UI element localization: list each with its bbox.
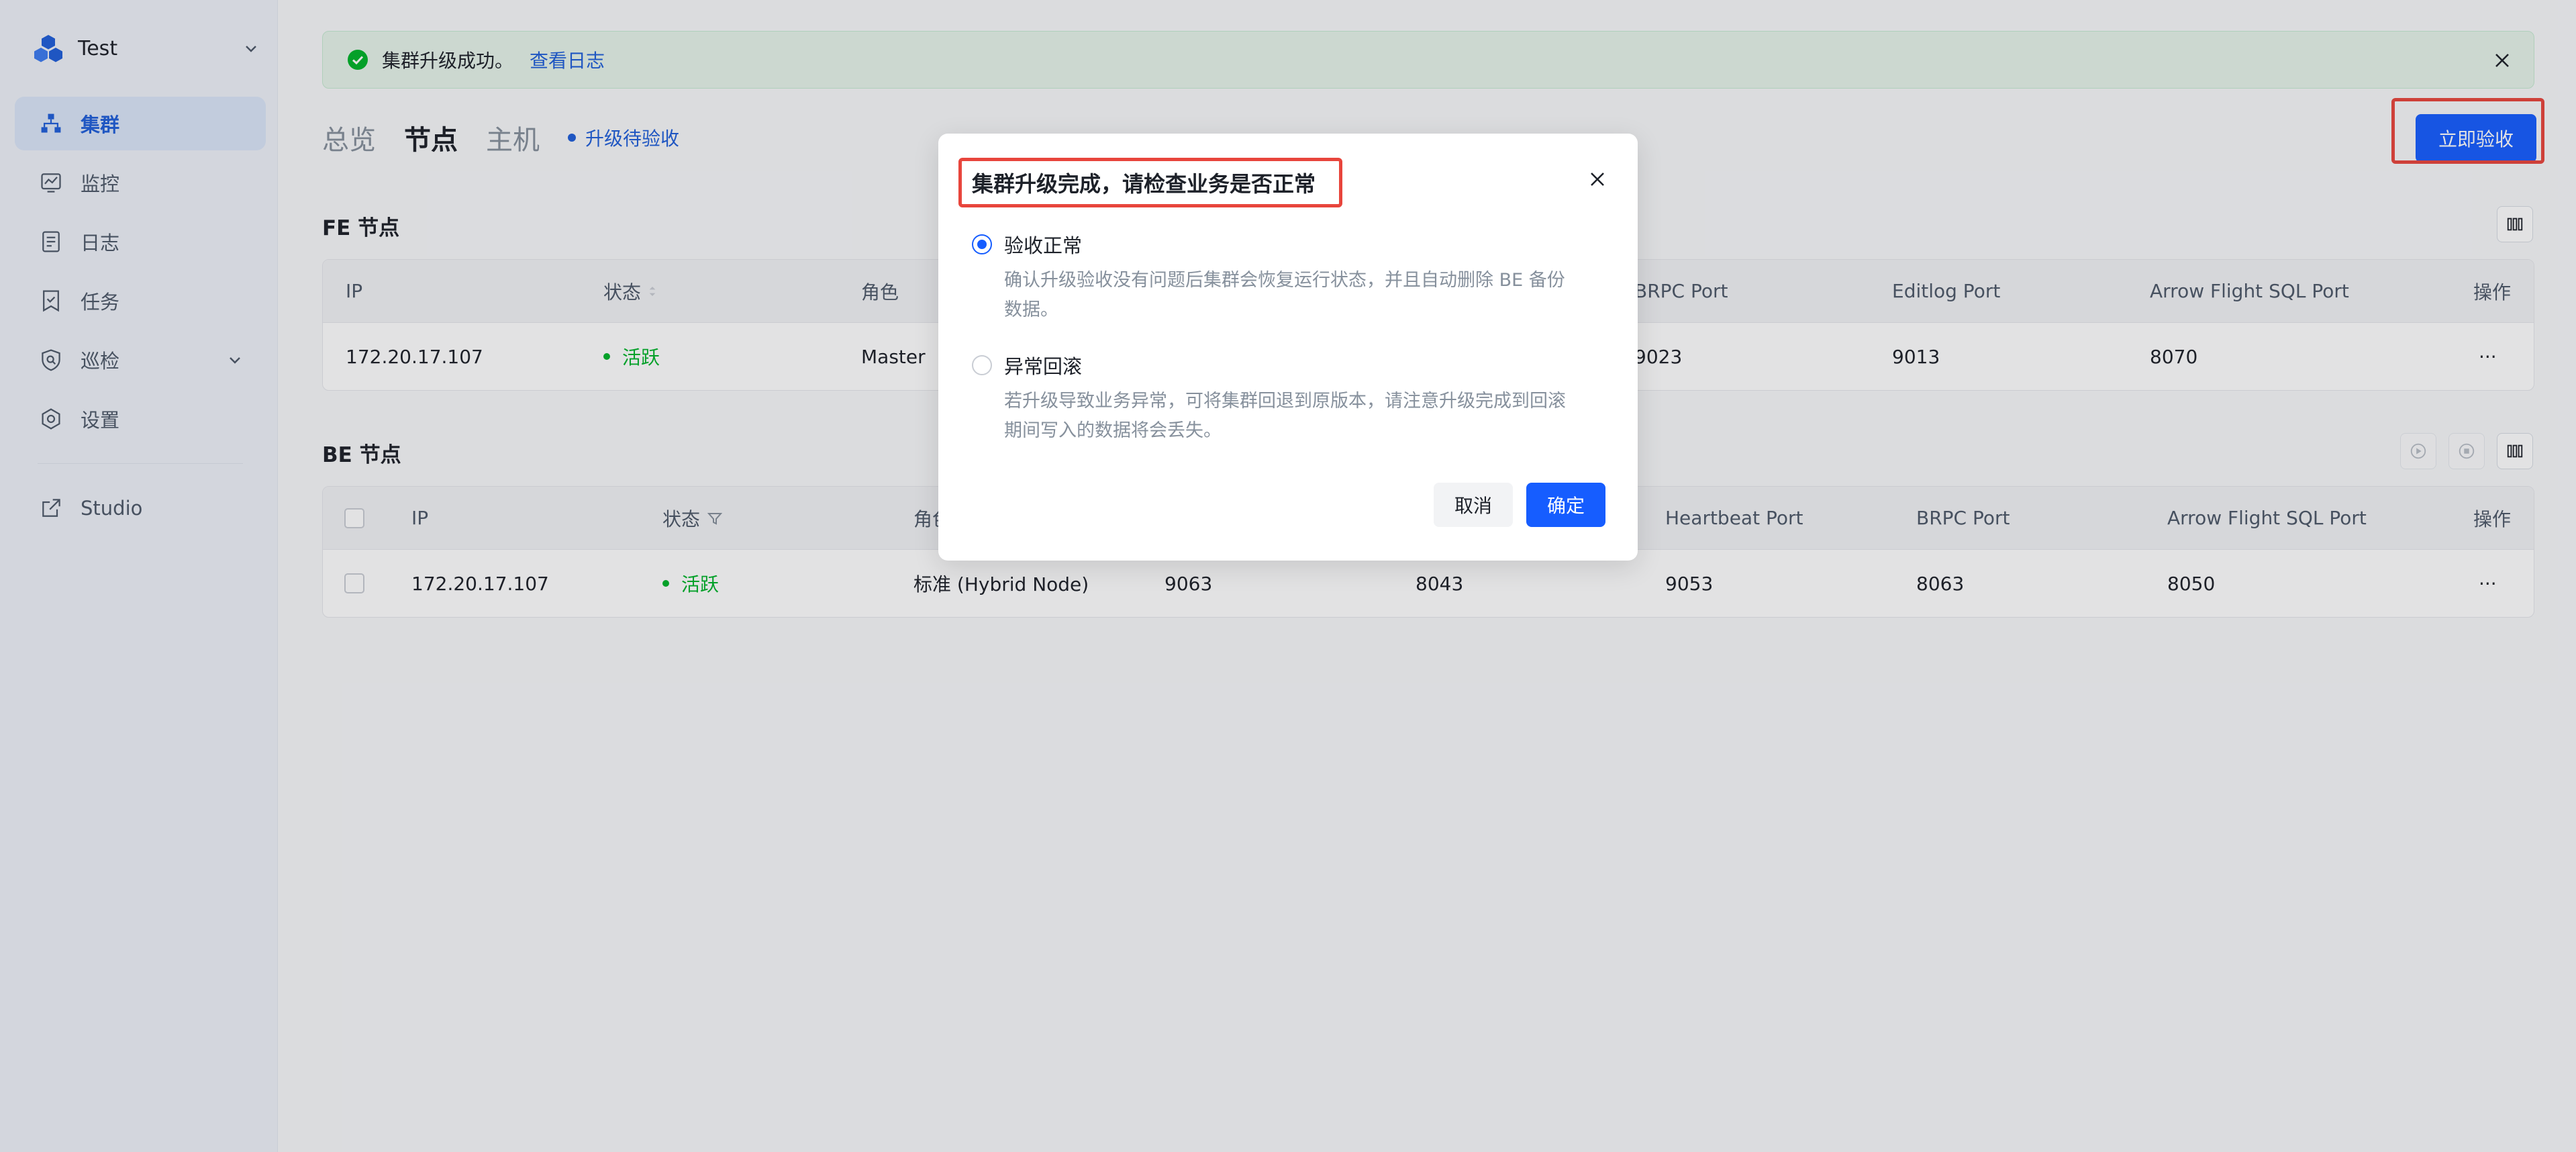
- option-description: 若升级导致业务异常，可将集群回退到原版本，请注意升级完成到回滚期间写入的数据将会…: [1004, 391, 1566, 441]
- confirm-button[interactable]: 确定: [1526, 483, 1605, 527]
- option-rollback[interactable]: 异常回滚 若升级导致业务异常，可将集群回退到原版本，请注意升级完成到回滚期间写入…: [972, 350, 1576, 446]
- option-accept[interactable]: 验收正常 确认升级验收没有问题后集群会恢复运行状态，并且自动删除 BE 备份数据…: [972, 230, 1576, 325]
- option-label: 异常回滚: [1004, 355, 1083, 378]
- option-description: 确认升级验收没有问题后集群会恢复运行状态，并且自动删除 BE 备份数据。: [1004, 270, 1565, 320]
- highlight-annotation: [958, 158, 1342, 207]
- rollback-radio[interactable]: [972, 355, 992, 375]
- cancel-button[interactable]: 取消: [1434, 483, 1513, 527]
- close-icon[interactable]: [1587, 169, 1608, 190]
- accept-radio[interactable]: [972, 234, 992, 254]
- option-label: 验收正常: [1004, 234, 1083, 257]
